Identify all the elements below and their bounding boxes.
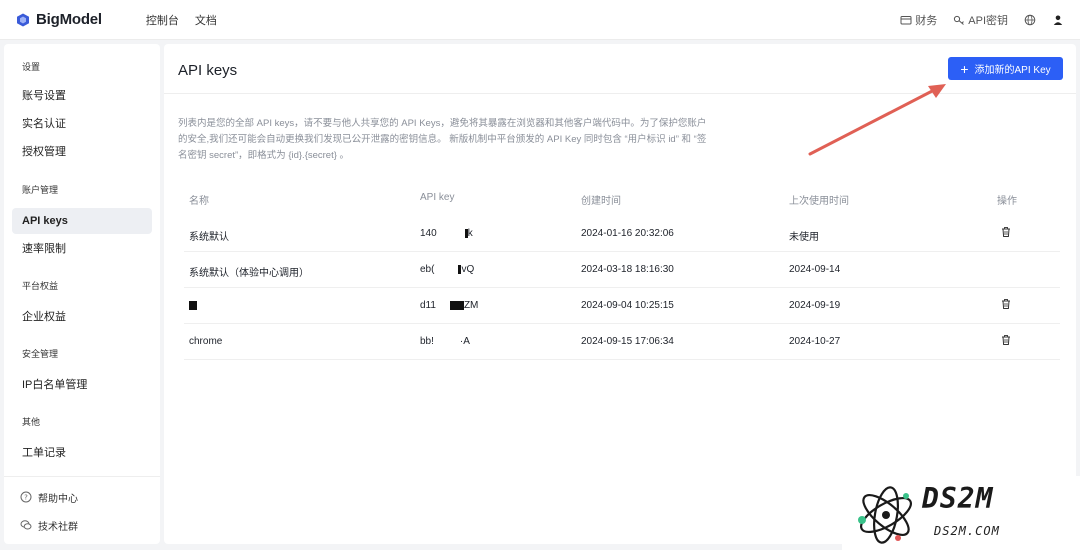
svg-text:?: ? [24,494,28,502]
column-created: 创建时间 [581,196,621,207]
redaction-mark [189,300,197,310]
finance-link[interactable]: 财务 [900,12,937,28]
bigmodel-logo-icon [17,13,29,26]
help-center-label: 帮助中心 [38,493,78,505]
key-name: chrome [189,336,223,347]
sidebar-item-tickets[interactable]: 工单记录 [12,440,152,466]
key-name: 系统默认（体验中心调用） [189,268,309,279]
sidebar-item-account-settings[interactable]: 账号设置 [12,83,152,109]
brand[interactable]: BigModel [16,11,102,28]
plus-icon: + [960,60,969,77]
last-used-time: 未使用 [789,232,819,243]
atom-logo-icon [858,486,912,544]
wallet-icon [900,15,912,24]
header-divider [164,93,1076,94]
trash-icon[interactable] [1000,334,1012,346]
sidebar-group-settings: 设置 [22,62,41,72]
key-name [189,300,197,311]
globe-icon [1024,14,1036,25]
language-button[interactable] [1024,14,1036,26]
sidebar-item-verification[interactable]: 实名认证 [12,111,152,137]
key-icon [954,15,965,25]
nav-console[interactable]: 控制台 [146,12,179,28]
top-bar: BigModel 控制台 文档 财务 API密钥 [0,0,1080,40]
key-name: 系统默认 [189,232,229,243]
question-icon: ? [20,491,32,503]
sidebar-item-authorization[interactable]: 授权管理 [12,139,152,165]
add-api-key-label: 添加新的API Key [974,65,1051,76]
column-last-used: 上次使用时间 [789,196,849,207]
last-used-time: 2024-09-19 [789,300,841,311]
watermark: DS2M DS2M.COM [842,476,1080,550]
main-panel: API keys + 添加新的API Key 列表内是您的全部 API keys… [164,44,1076,544]
last-used-time: 2024-10-27 [789,336,841,347]
community-label: 技术社群 [38,521,78,533]
api-key-end: ZM [463,300,479,311]
column-name: 名称 [189,196,209,207]
created-time: 2024-01-16 20:32:06 [581,228,674,239]
api-key-value: eb( vQ [420,264,474,275]
api-key-start: bb! [420,336,434,347]
api-keys-label: API密钥 [968,14,1008,27]
sidebar-group-benefits: 平台权益 [22,281,59,291]
finance-label: 财务 [915,14,938,27]
user-icon [1053,15,1063,25]
table-row: 系统默认（体验中心调用） eb( vQ 2024-03-18 18:16:30 2… [184,252,1060,288]
sidebar-item-enterprise[interactable]: 企业权益 [12,304,152,330]
column-api-key: API key [420,192,455,203]
sidebar: 设置 账号设置 实名认证 授权管理 账户管理 API keys 速率限制 平台权… [4,44,160,544]
watermark-text: DS2M [922,482,994,515]
api-key-start: d11 [420,300,436,311]
api-key-end: ·A [459,336,470,347]
nav-docs[interactable]: 文档 [195,12,217,28]
last-used-time: 2024-09-14 [789,264,841,275]
api-keys-notice: 列表内是您的全部 API keys，请不要与他人共享您的 API Keys，避免… [178,118,707,161]
sidebar-divider [4,476,160,477]
sidebar-group-security: 安全管理 [22,349,59,359]
watermark-subtext: DS2M.COM [934,524,1000,538]
api-key-end: vQ [461,264,475,275]
table-row: 系统默认 140 k 2024-01-16 20:32:06 未使用 [184,216,1060,252]
api-key-start: 140 [420,228,437,239]
chat-icon [20,520,32,530]
api-key-value: 140 k [420,228,473,239]
redaction-mark [449,300,464,310]
table-row: chrome bb! ·A 2024-09-15 17:06:34 2024-10… [184,324,1060,360]
sidebar-item-rate-limit[interactable]: 速率限制 [12,236,152,262]
sidebar-item-api-keys[interactable]: API keys [12,208,152,234]
api-key-start: eb( [420,264,435,275]
created-time: 2024-09-04 10:25:15 [581,300,674,311]
trash-icon[interactable] [1000,226,1012,238]
page-title: API keys [178,62,238,79]
help-center-link[interactable]: ? 帮助中心 [20,489,78,505]
community-link[interactable]: 技术社群 [20,517,78,533]
api-key-value: d11 ZM [420,300,478,311]
api-key-value: bb! ·A [420,336,470,347]
sidebar-group-other: 其他 [22,417,41,427]
trash-icon[interactable] [1000,298,1012,310]
created-time: 2024-03-18 18:16:30 [581,264,674,275]
sidebar-group-account: 账户管理 [22,185,59,195]
created-time: 2024-09-15 17:06:34 [581,336,674,347]
sidebar-item-ip-whitelist[interactable]: IP白名单管理 [12,372,152,398]
column-actions: 操作 [997,196,1017,207]
user-button[interactable] [1052,14,1064,26]
add-api-key-button[interactable]: + 添加新的API Key [948,57,1063,80]
table-row: d11 ZM 2024-09-04 10:25:15 2024-09-19 [184,288,1060,324]
brand-name: BigModel [36,11,102,28]
api-key-end: k [467,228,473,239]
api-keys-link[interactable]: API密钥 [953,12,1008,28]
